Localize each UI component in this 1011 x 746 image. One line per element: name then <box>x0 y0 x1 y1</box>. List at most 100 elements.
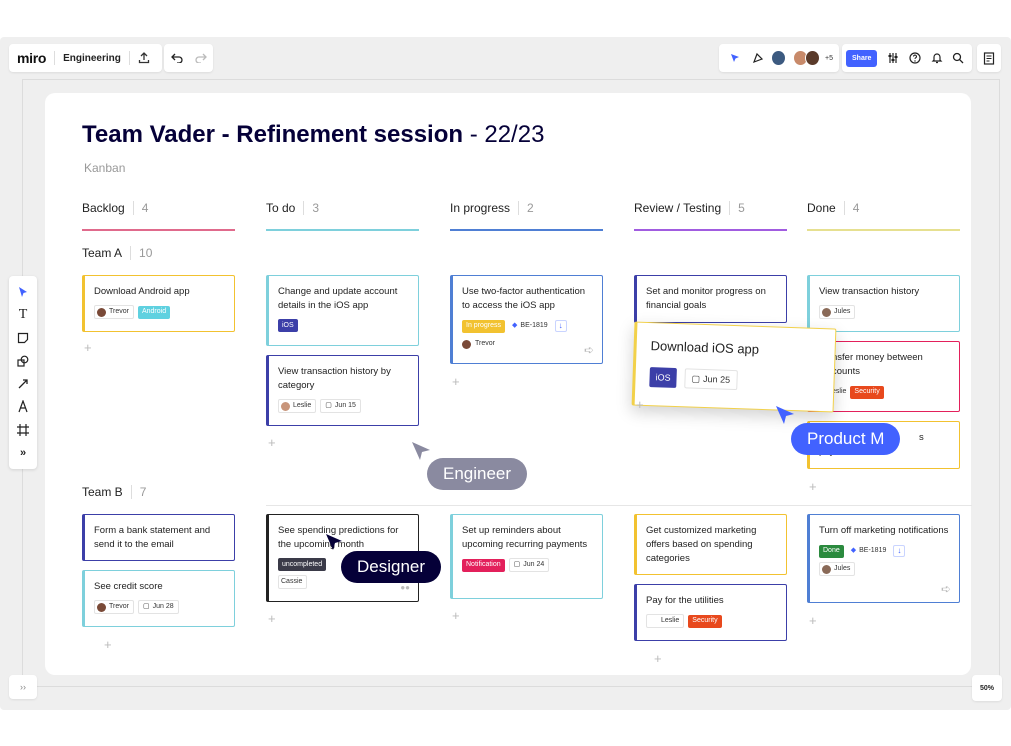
add-card-icon[interactable]: + <box>809 613 817 628</box>
task-card[interactable]: Change and update account details in the… <box>266 275 419 346</box>
add-card-icon[interactable]: + <box>268 435 276 450</box>
card-title: Download Android app <box>94 286 190 297</box>
cursor-label-product: Product M <box>791 423 901 455</box>
add-card-icon[interactable]: + <box>452 374 460 389</box>
shapes-icon[interactable] <box>13 351 33 370</box>
assignee-name: Jules <box>834 565 851 572</box>
more-tools-icon[interactable]: » <box>13 443 33 462</box>
task-card[interactable]: Set and monitor progress on financial go… <box>634 275 787 323</box>
sticky-note-icon[interactable] <box>13 328 33 347</box>
settings-sliders-icon[interactable] <box>883 47 903 69</box>
card-meta: Leslie Security <box>646 614 777 628</box>
card-meta: Done ◆ BE-1819 ↓ <box>819 544 950 558</box>
board-notes-icon[interactable] <box>977 44 1001 72</box>
avatar[interactable] <box>805 50 821 66</box>
more-collaborators-count[interactable]: +5 <box>825 55 833 62</box>
task-card[interactable]: Use two-factor authentication to access … <box>450 275 603 364</box>
cursor-tool-icon[interactable] <box>725 47 745 69</box>
topbar-left: miro Engineering <box>9 44 162 72</box>
column-divider <box>82 229 235 231</box>
tag-security[interactable]: Security <box>850 385 884 399</box>
export-icon[interactable] <box>134 47 154 69</box>
assignee[interactable]: Leslie <box>278 399 317 413</box>
task-card[interactable]: See credit score Trevor ▢ Jun 28 <box>82 570 235 627</box>
collapse-panel-button[interactable]: ›› <box>9 675 37 699</box>
tag-ios[interactable]: iOS <box>278 319 298 332</box>
due-date-text: Jun 24 <box>523 561 545 568</box>
miro-logo[interactable]: miro <box>17 50 46 66</box>
task-card[interactable]: Form a bank statement and send it to the… <box>82 514 235 561</box>
task-card[interactable]: Get customized marketing offers based on… <box>634 514 787 575</box>
due-date[interactable]: ▢ Jun 28 <box>137 600 179 614</box>
jira-logo-icon: ➪ <box>583 343 594 357</box>
card-meta: Jules <box>819 305 950 319</box>
task-card[interactable]: Turn off marketing notifications Done ◆ B… <box>807 514 960 603</box>
ticket-link[interactable]: ◆ BE-1819 <box>509 319 551 333</box>
title-main: Team Vader - Refinement session <box>82 121 464 148</box>
cursor-label-engineer: Engineer <box>427 458 528 490</box>
text-tool-icon[interactable]: T <box>13 305 33 324</box>
card-meta: Jules <box>819 562 950 576</box>
ticket-link[interactable]: ◆ BE-1819 <box>848 544 890 558</box>
frame-icon[interactable] <box>13 420 33 439</box>
add-card-icon[interactable]: + <box>452 608 460 623</box>
avatar <box>97 602 106 612</box>
assignee[interactable]: Jules <box>819 562 856 576</box>
add-card-icon[interactable]: + <box>654 651 662 666</box>
assignee[interactable]: Jules <box>819 305 856 319</box>
board-subtitle: Kanban <box>84 161 126 175</box>
tag-security[interactable]: Security <box>688 614 722 628</box>
lane-count: 10 <box>130 246 153 260</box>
add-card-icon[interactable]: + <box>809 479 817 494</box>
add-card-icon[interactable]: + <box>104 637 112 652</box>
card-title-fragment: s <box>919 432 924 443</box>
avatar[interactable] <box>771 50 787 66</box>
pen-icon[interactable] <box>13 397 33 416</box>
assignee[interactable]: Trevor <box>94 600 134 614</box>
column-divider <box>450 229 603 231</box>
priority-icon[interactable]: ↓ <box>554 320 567 332</box>
due-date-text: Jun 15 <box>334 402 356 409</box>
assignee-name: Trevor <box>109 603 129 610</box>
tag-in-progress[interactable]: In progress <box>462 319 506 333</box>
zoom-level[interactable]: 50% <box>972 675 1002 701</box>
notifications-icon[interactable] <box>927 47 947 69</box>
task-card[interactable]: Pay for the utilities Leslie Security <box>634 584 787 641</box>
assignee[interactable]: Cassie <box>278 575 308 589</box>
avatar <box>281 401 290 411</box>
reaction-icon[interactable] <box>748 47 768 69</box>
tag-notification[interactable]: Notification <box>462 558 505 572</box>
due-date[interactable]: ▢ Jun 24 <box>508 558 550 572</box>
tag-ios[interactable]: iOS <box>649 367 677 388</box>
task-card[interactable]: Download Android app Trevor Android <box>82 275 235 332</box>
card-title: See credit score <box>94 581 163 592</box>
card-title: Download iOS app <box>650 338 760 357</box>
tag-android[interactable]: Android <box>137 305 171 319</box>
calendar-icon: ▢ <box>691 373 701 384</box>
add-card-icon[interactable]: + <box>636 397 644 412</box>
due-date[interactable]: ▢ Jun 25 <box>684 368 738 391</box>
select-tool-icon[interactable] <box>13 282 33 301</box>
board-name[interactable]: Engineering <box>63 53 121 64</box>
assignee[interactable]: Trevor <box>94 305 134 319</box>
connector-line-icon[interactable] <box>13 374 33 393</box>
tag-uncompleted[interactable]: uncompleted <box>278 558 327 571</box>
redo-icon[interactable] <box>190 47 212 69</box>
task-card[interactable]: View transaction history Jules <box>807 275 960 332</box>
priority-icon[interactable]: ↓ <box>893 545 906 557</box>
undo-icon[interactable] <box>166 47 188 69</box>
help-icon[interactable] <box>905 47 925 69</box>
assignee[interactable]: Leslie <box>646 614 685 628</box>
add-card-icon[interactable]: + <box>84 340 92 355</box>
add-card-icon[interactable]: + <box>268 611 276 626</box>
search-icon[interactable] <box>948 47 968 69</box>
dragged-task-card[interactable]: Download iOS app iOS ▢ Jun 25 <box>631 321 837 413</box>
task-card[interactable]: Set up reminders about upcoming recurrin… <box>450 514 603 599</box>
task-card[interactable]: View transaction history by category Les… <box>266 355 419 426</box>
tag-done[interactable]: Done <box>819 544 844 558</box>
assignee-name: Cassie <box>281 578 303 585</box>
due-date[interactable]: ▢ Jun 15 <box>320 399 361 413</box>
topbar-actions: Share <box>842 44 972 72</box>
share-button[interactable]: Share <box>846 49 878 67</box>
column-header-in-progress: In progress 2 <box>450 201 534 215</box>
